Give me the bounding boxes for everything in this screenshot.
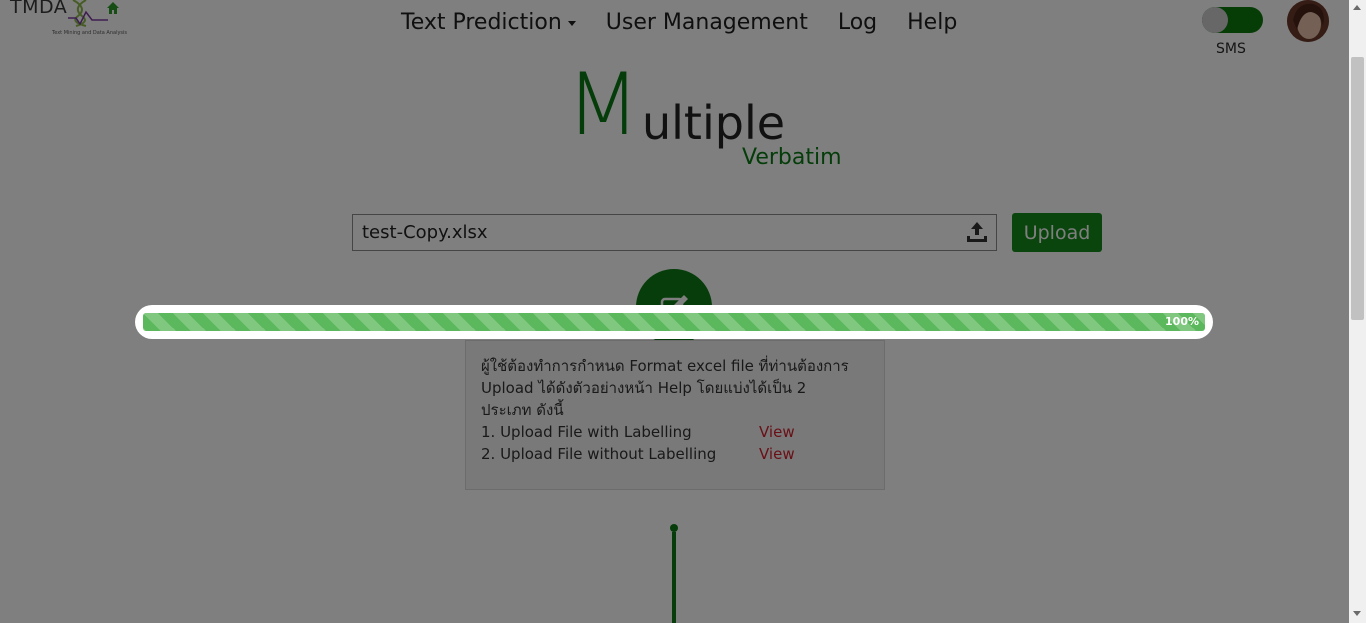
scroll-up-arrow-icon[interactable] [1353,5,1361,10]
upload-progress: 100% [135,305,1213,339]
progress-track: 100% [143,313,1205,331]
scroll-down-arrow-icon[interactable] [1353,611,1361,616]
scrollbar[interactable] [1349,0,1366,623]
progress-label: 100% [1165,315,1199,328]
scrollbar-thumb[interactable] [1351,57,1364,320]
progress-fill: 100% [143,313,1205,331]
